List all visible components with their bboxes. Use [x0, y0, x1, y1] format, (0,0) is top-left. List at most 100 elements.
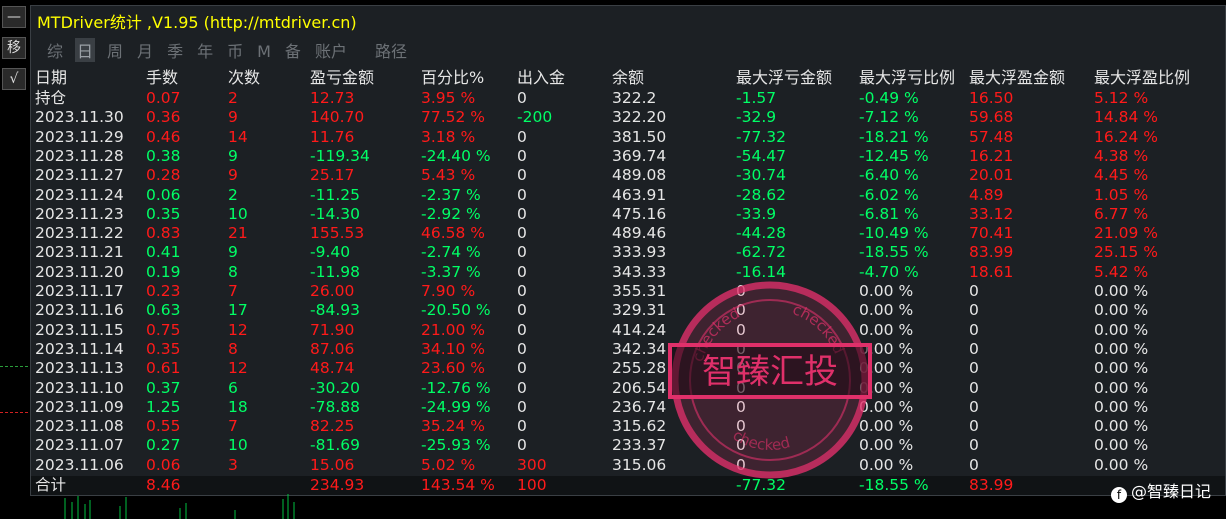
price-line-green: [0, 366, 28, 367]
cell-percent: 23.60 %: [421, 359, 486, 378]
move-button[interactable]: 移: [2, 37, 26, 59]
cell-profit: 82.25: [310, 417, 355, 436]
cell-max-float-profit-pct: 0.00 %: [1094, 436, 1149, 455]
tab-1[interactable]: 日: [75, 38, 96, 62]
cell-max-float-profit: 0: [969, 397, 979, 416]
cell-percent: 34.10 %: [421, 339, 486, 358]
cell-date: 2023.11.09: [35, 397, 124, 416]
cell-max-float-profit: 0: [969, 282, 979, 300]
cell-count: 8: [228, 262, 238, 281]
tab-10[interactable]: 路径: [373, 38, 409, 62]
cell-date: 2023.11.21: [35, 243, 124, 262]
cell-max-float-profit: 0: [969, 455, 979, 474]
cell-count: 10: [228, 436, 248, 455]
cell-max-float-profit-pct: 16.24 %: [1094, 127, 1159, 146]
cell-max-float-profit-pct: 4.45 %: [1094, 166, 1149, 185]
cell-profit: 48.74: [310, 359, 355, 378]
tab-0[interactable]: 综: [45, 38, 65, 62]
cell-percent: 3.18 %: [421, 127, 476, 146]
cell-deposit: 0: [517, 204, 527, 223]
cell-percent: -12.76 %: [421, 378, 491, 397]
column-header-max-float-loss[interactable]: 最大浮亏金额: [736, 68, 832, 88]
column-header-max-float-profit[interactable]: 最大浮盈金额: [969, 68, 1065, 88]
table-row: 2023.11.21 0.41 9 -9.40 -2.74 % 0 333.93 -62.72…: [31, 243, 1225, 262]
column-header-deposit[interactable]: 出入金: [517, 68, 565, 88]
cell-max-float-profit: 59.68: [969, 108, 1014, 127]
cell-percent: -2.92 %: [421, 204, 481, 223]
column-header-profit[interactable]: 盈亏金额: [310, 68, 374, 88]
column-header-balance[interactable]: 余额: [612, 68, 644, 88]
cell-max-float-profit: 16.50: [969, 89, 1014, 107]
cell-balance: 489.46: [612, 224, 667, 243]
cell-date: 2023.11.13: [35, 359, 124, 378]
cell-balance: 475.16: [612, 204, 667, 223]
cell-max-float-profit-pct: 25.15 %: [1094, 243, 1159, 262]
cell-profit: 155.53: [310, 224, 365, 243]
check-button[interactable]: √: [2, 68, 26, 90]
cell-count: 17: [228, 301, 248, 320]
cell-max-float-loss-pct: -6.81 %: [859, 204, 919, 223]
cell-deposit: 0: [517, 436, 527, 455]
cell-balance: 463.91: [612, 185, 667, 204]
cell-balance: 369.74: [612, 146, 667, 165]
column-header-max-float-profit-pct[interactable]: 最大浮盈比例: [1094, 68, 1190, 88]
cell-deposit: 0: [517, 339, 527, 358]
table-row: 2023.11.23 0.35 10 -14.30 -2.92 % 0 475.16 -33.…: [31, 205, 1225, 224]
cell-lots: 0.75: [146, 320, 181, 339]
cell-date: 2023.11.16: [35, 301, 124, 320]
column-header-lots[interactable]: 手数: [146, 68, 178, 88]
cell-lots: 0.61: [146, 359, 181, 378]
cell-deposit: 0: [517, 417, 527, 436]
cell-lots: 0.06: [146, 185, 181, 204]
cell-max-float-profit-pct: 14.84 %: [1094, 108, 1159, 127]
table-row: 2023.11.10 0.37 6 -30.20 -12.76 % 0 206.54 0 0.0…: [31, 379, 1225, 398]
cell-percent: -3.37 %: [421, 262, 481, 281]
cell-lots: 0.36: [146, 108, 181, 127]
cell-balance: 343.33: [612, 262, 667, 281]
column-header-count[interactable]: 次数: [228, 68, 260, 88]
cell-lots: 0.83: [146, 224, 181, 243]
table-row: 2023.11.08 0.55 7 82.25 35.24 % 0 315.62 0 0.00 …: [31, 417, 1225, 436]
stamp-center-text: 智臻汇投: [702, 352, 838, 392]
cell-percent: -24.40 %: [421, 146, 491, 165]
cell-max-float-profit: 0: [969, 320, 979, 339]
cell-profit: -30.20: [310, 378, 360, 397]
cell-percent: 5.02 %: [421, 455, 476, 474]
cell-count: 8: [228, 339, 238, 358]
tab-6[interactable]: 币: [225, 38, 245, 62]
cell-count: 7: [228, 417, 238, 436]
tab-5[interactable]: 年: [195, 38, 215, 62]
column-header-percent[interactable]: 百分比%: [421, 68, 484, 88]
column-header-date[interactable]: 日期: [35, 68, 67, 88]
cell-deposit: 0: [517, 146, 527, 165]
tab-3[interactable]: 月: [135, 38, 155, 62]
cell-max-float-profit: 83.99: [969, 243, 1014, 262]
cell-date: 2023.11.23: [35, 204, 124, 223]
cell-max-float-profit: 16.21: [969, 146, 1014, 165]
tab-4[interactable]: 季: [165, 38, 185, 62]
price-line-red: [0, 412, 28, 413]
summary-lots: 8.46: [146, 476, 181, 494]
table-row: 2023.11.27 0.28 9 25.17 5.43 % 0 489.08 -30.74 -…: [31, 166, 1225, 185]
cell-count: 21: [228, 224, 248, 243]
cell-balance: 322.20: [612, 108, 667, 127]
cell-deposit: 0: [517, 359, 527, 378]
cell-percent: 3.95 %: [421, 89, 476, 107]
cell-lots: 0.27: [146, 436, 181, 455]
tab-9[interactable]: 账户: [313, 38, 349, 62]
cell-count: 14: [228, 127, 248, 146]
tab-8[interactable]: 备: [283, 38, 303, 62]
cell-count: 9: [228, 166, 238, 185]
cell-date: 2023.11.07: [35, 436, 124, 455]
tab-7[interactable]: M: [255, 42, 273, 61]
summary-max-float-profit: 83.99: [969, 476, 1014, 494]
minimize-button[interactable]: —: [2, 6, 26, 28]
column-header-max-float-loss-pct[interactable]: 最大浮亏比例: [859, 68, 955, 88]
cell-profit: 25.17: [310, 166, 355, 185]
table-row: 2023.11.14 0.35 8 87.06 34.10 % 0 342.34 0 0.00 …: [31, 340, 1225, 359]
tab-2[interactable]: 周: [105, 38, 125, 62]
cell-date: 2023.11.20: [35, 262, 124, 281]
cell-profit: -14.30: [310, 204, 360, 223]
cell-percent: 5.43 %: [421, 166, 476, 185]
cell-date: 2023.11.22: [35, 224, 124, 243]
